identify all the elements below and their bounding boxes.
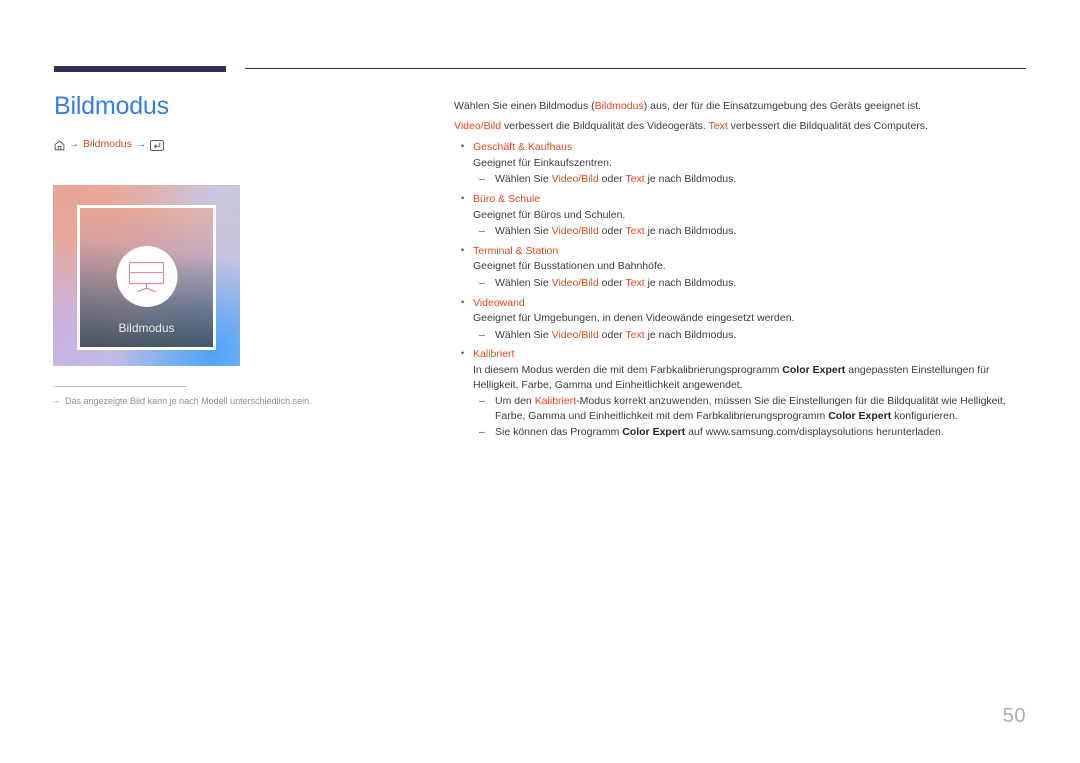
footnote-dash: – [54, 396, 60, 406]
k-sub1-highlight: Kalibriert [534, 395, 577, 408]
intro-highlight-text: Text [708, 119, 728, 132]
subitem-highlight-videobild: Video/Bild [551, 225, 599, 238]
subitem-text-c: je nach Bildmodus. [644, 173, 737, 186]
list-item-kalibriert: Kalibriert In diesem Modus werden die mi… [454, 346, 1026, 440]
header-divider-line [245, 68, 1026, 69]
product-illustration: Bildmodus [53, 185, 240, 366]
mode-subitem: Wählen Sie Video/Bild oder Text je nach … [473, 328, 1026, 343]
monitor-icon-badge [116, 246, 177, 307]
mode-sublist: Wählen Sie Video/Bild oder Text je nach … [473, 276, 1026, 291]
subitem-highlight-text: Text [625, 276, 645, 289]
breadcrumb-arrow-1: → [69, 138, 79, 150]
mode-description: In diesem Modus werden die mit dem Farbk… [473, 363, 1026, 392]
footnote-row: – Das angezeigte Bild kann je nach Model… [54, 395, 394, 408]
mode-sublist: Wählen Sie Video/Bild oder Text je nach … [473, 328, 1026, 343]
kalibriert-subitem-2: Sie können das Programm Color Expert auf… [473, 425, 1026, 440]
kalibriert-sublist: Um den Kalibriert-Modus korrekt anzuwend… [473, 394, 1026, 440]
subitem-highlight-text: Text [625, 328, 645, 341]
kalibriert-desc-bold: Color Expert [782, 363, 846, 376]
breadcrumb-item-bildmodus: Bildmodus [83, 138, 133, 150]
home-icon [54, 140, 65, 151]
intro-line-1: Wählen Sie einen Bildmodus (Bildmodus) a… [454, 99, 1026, 114]
k-sub2-bold: Color Expert [622, 426, 686, 439]
kalibriert-subitem-1: Um den Kalibriert-Modus korrekt anzuwend… [473, 394, 1026, 423]
subitem-highlight-videobild: Video/Bild [551, 328, 599, 341]
mode-list: Geschäft & Kaufhaus Geeignet für Einkauf… [454, 139, 1026, 440]
intro-text-b: ) aus, der für die Einsatzumgebung des G… [643, 100, 921, 112]
intro-highlight-videobild: Video/Bild [454, 119, 502, 132]
mode-title: Geschäft & Kaufhaus [473, 141, 573, 154]
mode-title: Terminal & Station [473, 244, 559, 257]
subitem-highlight-text: Text [625, 173, 645, 186]
intro-text-c: verbessert die Bildqualität des Videoger… [501, 119, 709, 132]
list-item: Büro & Schule Geeignet für Büros und Sch… [454, 191, 1026, 239]
subitem-text-b: oder [598, 225, 626, 238]
mode-description: Geeignet für Busstationen und Bahnhöfe. [473, 260, 666, 273]
footnote-text: Das angezeigte Bild kann je nach Modell … [65, 396, 312, 406]
subitem-highlight-text: Text [625, 225, 645, 238]
subitem-highlight-videobild: Video/Bild [551, 276, 599, 289]
list-item: Terminal & Station Geeignet für Busstati… [454, 243, 1026, 291]
subitem-highlight-videobild: Video/Bild [551, 173, 599, 186]
illustration-inner-frame: Bildmodus [77, 205, 216, 350]
subitem-text-b: oder [598, 276, 626, 289]
page-number: 50 [1002, 705, 1026, 727]
list-item: Videowand Geeignet für Umgebungen, in de… [454, 295, 1026, 343]
monitor-icon [128, 261, 165, 292]
mode-subitem: Wählen Sie Video/Bild oder Text je nach … [473, 172, 1026, 187]
subitem-text-a: Wählen Sie [495, 276, 552, 289]
intro-line-2: Video/Bild verbessert die Bildqualität d… [454, 119, 1026, 134]
header-accent-bar [54, 66, 226, 72]
k-sub2-b: auf www.samsung.com/displaysolutions her… [685, 426, 944, 439]
page-title: Bildmodus [54, 92, 169, 120]
mode-sublist: Wählen Sie Video/Bild oder Text je nach … [473, 224, 1026, 239]
mode-description: Geeignet für Büros und Schulen. [473, 208, 626, 221]
intro-text-a: Wählen Sie einen Bildmodus ( [454, 100, 595, 112]
k-sub2-a: Sie können das Programm [495, 426, 623, 439]
subitem-text-c: je nach Bildmodus. [644, 225, 737, 238]
mode-title: Kalibriert [473, 348, 515, 361]
footnote-block: – Das angezeigte Bild kann je nach Model… [54, 386, 394, 408]
subitem-text-a: Wählen Sie [495, 173, 552, 186]
mode-title: Videowand [473, 296, 525, 309]
right-column: Wählen Sie einen Bildmodus (Bildmodus) a… [454, 99, 1026, 440]
footnote-divider [54, 386, 187, 387]
k-sub1-bold: Color Expert [828, 409, 892, 422]
mode-subitem: Wählen Sie Video/Bild oder Text je nach … [473, 224, 1026, 239]
list-item: Geschäft & Kaufhaus Geeignet für Einkauf… [454, 139, 1026, 187]
mode-subitem: Wählen Sie Video/Bild oder Text je nach … [473, 276, 1026, 291]
breadcrumb-arrow-2: → [136, 138, 147, 150]
mode-sublist: Wählen Sie Video/Bild oder Text je nach … [473, 172, 1026, 187]
intro-text-d: verbessert die Bildqualität des Computer… [727, 119, 928, 132]
kalibriert-desc-a: In diesem Modus werden die mit dem Farbk… [473, 363, 783, 376]
subitem-text-c: je nach Bildmodus. [644, 276, 737, 289]
mode-description: Geeignet für Umgebungen, in denen Videow… [473, 312, 795, 325]
k-sub1-a: Um den [495, 395, 535, 408]
mode-title: Büro & Schule [473, 192, 541, 205]
subitem-text-a: Wählen Sie [495, 225, 552, 238]
illustration-label: Bildmodus [118, 321, 175, 335]
k-sub1-c: konfigurieren. [891, 409, 958, 422]
subitem-text-b: oder [598, 328, 626, 341]
subitem-text-c: je nach Bildmodus. [644, 328, 737, 341]
mode-description: Geeignet für Einkaufszentren. [473, 156, 612, 169]
subitem-text-b: oder [598, 173, 626, 186]
intro-highlight-bildmodus: Bildmodus [594, 100, 644, 112]
breadcrumb: → Bildmodus → [54, 138, 434, 151]
left-column: Bildmodus → Bildmodus → [54, 90, 434, 151]
subitem-text-a: Wählen Sie [495, 328, 552, 341]
enter-key-icon [150, 139, 164, 151]
